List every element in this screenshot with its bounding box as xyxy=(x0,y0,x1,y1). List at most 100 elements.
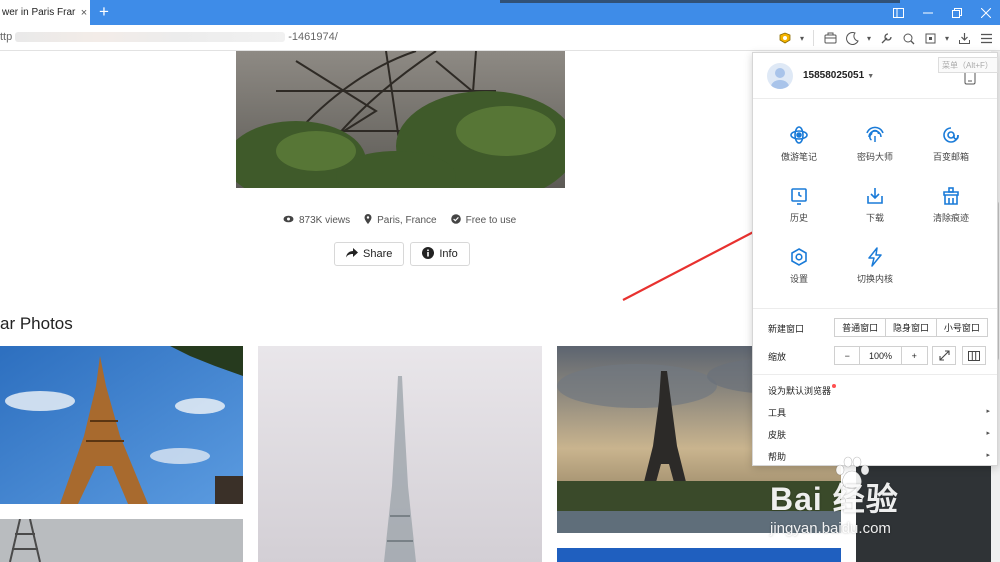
tab-active[interactable]: wer in Paris Frar × xyxy=(0,0,90,25)
private-window-button[interactable]: 隐身窗口 xyxy=(886,319,937,336)
tools-icon[interactable] xyxy=(876,28,896,48)
sidebar-toggle-icon[interactable] xyxy=(884,0,913,25)
eye-icon xyxy=(283,215,294,226)
feature-download[interactable]: 下载 xyxy=(837,186,913,234)
night-mode-icon[interactable] xyxy=(842,28,862,48)
license-meta: Free to use xyxy=(450,214,517,227)
chevron-right-icon: ▸ xyxy=(986,408,990,415)
info-icon xyxy=(422,246,435,262)
location-meta: Paris, France xyxy=(364,214,437,227)
lightning-icon xyxy=(868,247,882,267)
license-text[interactable]: Free to use xyxy=(466,215,517,226)
settings-icon xyxy=(791,248,807,266)
menu-item-label: 皮肤 xyxy=(768,430,787,440)
annotation-arrow xyxy=(622,223,771,301)
feature-label: 切换内核 xyxy=(856,274,893,284)
crop-dropdown-icon[interactable]: ▾ xyxy=(942,28,952,48)
chevron-down-icon: ▼ xyxy=(867,73,875,80)
avatar[interactable] xyxy=(767,63,793,89)
feature-label: 设置 xyxy=(789,274,808,284)
username-text: 15858025051 xyxy=(803,70,865,81)
menu-icon[interactable] xyxy=(976,28,996,48)
menu-item-default-browser[interactable]: 设为默认浏览器 xyxy=(768,384,990,397)
views-meta: 873K views xyxy=(283,214,350,227)
location-pin-icon xyxy=(364,214,372,227)
extension-icon[interactable] xyxy=(775,28,795,48)
share-button[interactable]: Share xyxy=(334,242,405,266)
chevron-right-icon: ▸ xyxy=(986,452,990,459)
fullscreen-button[interactable] xyxy=(932,346,956,365)
share-label: Share xyxy=(363,248,393,260)
mail-icon xyxy=(943,127,959,143)
menu-item-skin[interactable]: 皮肤 ▸ xyxy=(768,428,990,441)
night-dropdown-icon[interactable]: ▾ xyxy=(864,28,874,48)
restore-icon[interactable] xyxy=(942,0,971,25)
feature-label: 历史 xyxy=(789,213,808,223)
username[interactable]: 15858025051 ▼ xyxy=(803,70,874,81)
fingerprint-icon xyxy=(866,126,884,142)
tab-strip-shadow xyxy=(500,0,900,3)
normal-window-button[interactable]: 普通窗口 xyxy=(835,319,887,336)
browser-main-menu: 15858025051▼ 傲游笔记 密码大师 百变邮箱 历史 下载 清除痕迹 xyxy=(752,52,998,466)
feature-settings[interactable]: 设置 xyxy=(761,247,837,295)
photo-eiffel-fog[interactable] xyxy=(258,346,542,562)
address-bar: ttp -1461974/ ▾ ▾ ▾ xyxy=(0,25,1000,51)
split-view-button[interactable] xyxy=(962,346,986,365)
menu-divider xyxy=(753,374,997,375)
feature-clear[interactable]: 清除痕迹 xyxy=(913,186,989,234)
menu-tooltip: 菜单（Alt+F） xyxy=(938,57,998,73)
views-count: 873K views xyxy=(299,215,351,226)
feature-password[interactable]: 密码大师 xyxy=(837,125,913,173)
check-circle-icon xyxy=(450,214,461,227)
menu-divider xyxy=(753,308,997,309)
photo-eiffel-grey[interactable] xyxy=(0,519,243,562)
feature-label: 百变邮箱 xyxy=(932,152,969,162)
fullscreen-icon xyxy=(938,350,950,361)
small-window-button[interactable]: 小号窗口 xyxy=(937,319,987,336)
crop-icon[interactable] xyxy=(920,28,940,48)
zoom-label: 缩放 xyxy=(768,352,787,362)
toolbar-divider xyxy=(813,30,814,46)
notification-dot xyxy=(832,384,837,388)
minimize-icon[interactable] xyxy=(913,0,942,25)
feature-history[interactable]: 历史 xyxy=(761,186,837,234)
feature-label: 下载 xyxy=(865,213,884,223)
url-field[interactable]: ttp -1461974/ xyxy=(0,31,338,43)
download-toolbar-icon[interactable] xyxy=(954,28,974,48)
translate-icon[interactable] xyxy=(898,28,918,48)
tab-strip: wer in Paris Frar × + xyxy=(0,0,1000,25)
menu-item-label: 设为默认浏览器 xyxy=(768,386,832,396)
feature-mail[interactable]: 百变邮箱 xyxy=(913,125,989,173)
tab-close-icon[interactable]: × xyxy=(78,7,90,19)
clear-icon xyxy=(943,187,959,205)
url-suffix: -1461974/ xyxy=(288,31,338,43)
watermark-main: Bai 经验 xyxy=(770,481,899,517)
feature-label: 傲游笔记 xyxy=(780,152,817,162)
similar-photos-title: ar Photos xyxy=(0,314,73,333)
window-controls xyxy=(884,0,1000,25)
feature-note[interactable]: 傲游笔记 xyxy=(761,125,837,173)
zoom-value: 100% xyxy=(860,347,902,364)
menu-item-tools[interactable]: 工具 ▸ xyxy=(768,406,990,419)
photo-actions: Share Info xyxy=(334,242,470,266)
hero-photo[interactable] xyxy=(236,51,565,188)
info-button[interactable]: Info xyxy=(410,242,470,266)
feature-label: 密码大师 xyxy=(856,152,893,162)
feature-switch-core[interactable]: 切换内核 xyxy=(837,247,913,295)
zoom-control: − 100% + xyxy=(834,346,928,365)
browser-toolbar: ▾ ▾ ▾ xyxy=(775,28,996,48)
screenshot-icon[interactable] xyxy=(820,28,840,48)
columns-icon xyxy=(968,350,980,361)
extension-dropdown-icon[interactable]: ▾ xyxy=(797,28,807,48)
location-text[interactable]: Paris, France xyxy=(377,215,436,226)
zoom-in-button[interactable]: + xyxy=(902,347,927,364)
baidu-watermark: Bai 经验 jingyan.baidu.com xyxy=(770,456,995,560)
photo-eiffel-blue-sky[interactable] xyxy=(0,346,243,504)
close-window-icon[interactable] xyxy=(971,0,1000,25)
watermark-url: jingyan.baidu.com xyxy=(770,520,891,537)
tab-title: wer in Paris Frar xyxy=(2,7,76,18)
menu-item-label: 工具 xyxy=(768,408,787,418)
new-tab-button[interactable]: + xyxy=(95,2,113,22)
photo-meta: 873K views Paris, France Free to use xyxy=(283,214,516,227)
zoom-out-button[interactable]: − xyxy=(835,347,861,364)
